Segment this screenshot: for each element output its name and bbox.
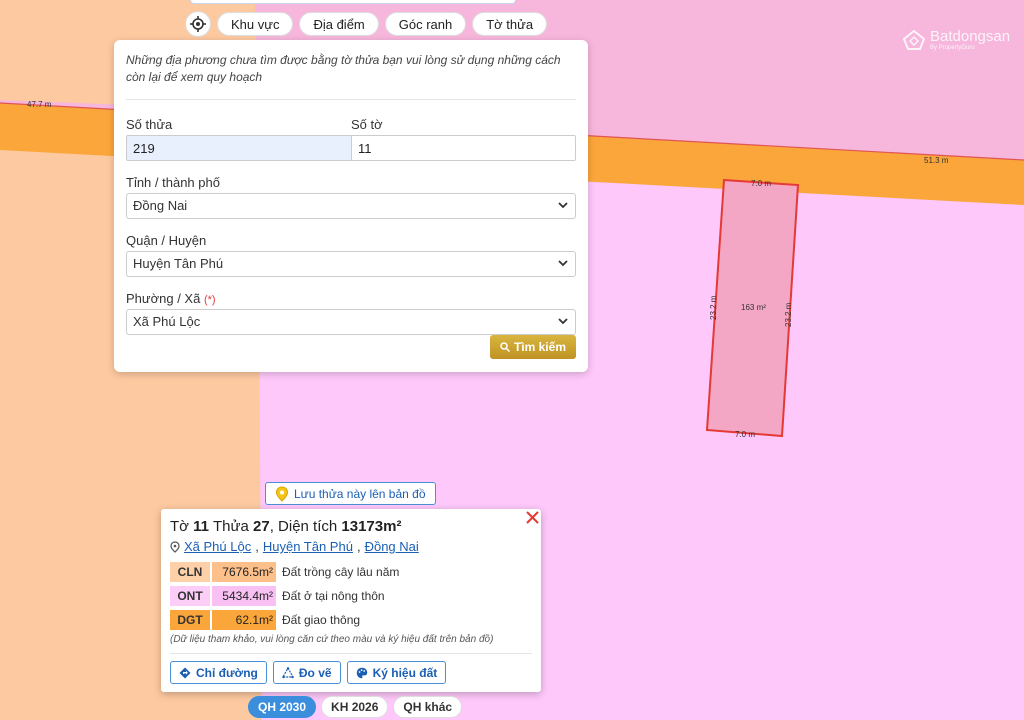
parcel-number-input[interactable] [126, 135, 351, 161]
search-button-label: Tìm kiếm [513, 340, 566, 354]
plot-area-label: 163 m² [741, 303, 766, 312]
district-select[interactable]: Huyện Tân Phú [126, 251, 576, 277]
map-pin-icon [275, 485, 289, 502]
palette-icon [356, 667, 367, 678]
tab-qh-2030[interactable]: QH 2030 [248, 696, 317, 718]
land-area: 62.1m² [212, 610, 276, 630]
title-sheet-word: Tờ [170, 518, 189, 535]
top-panel-edge [190, 0, 516, 4]
save-parcel-label: Lưu thửa này lên bản đồ [294, 486, 426, 501]
land-desc: Đất giao thông [282, 613, 361, 627]
panel-note: Những địa phương chưa tìm được bằng tờ t… [126, 52, 576, 100]
road-label-right: 51.3 m [924, 156, 949, 165]
address-ward-link[interactable]: Xã Phú Lộc [184, 539, 251, 554]
directions-button[interactable]: Chỉ đường [170, 661, 267, 684]
title-parcel-word: Thửa [212, 518, 249, 535]
sheet-number-input[interactable] [351, 135, 576, 161]
measure-button[interactable]: Đo vẽ [272, 661, 341, 684]
address-district-link[interactable]: Huyện Tân Phú [263, 539, 353, 554]
location-icon [170, 540, 180, 553]
province-label: Tỉnh / thành phố [126, 175, 220, 190]
chevron-down-icon [558, 202, 568, 209]
land-use-row-ont: ONT 5434.4m² Đất ở tại nông thôn [170, 586, 532, 606]
plan-year-tabs: QH 2030 KH 2026 QH khác [248, 696, 463, 718]
ward-label: Phường / Xã (*) [126, 291, 576, 306]
tab-kh-2026[interactable]: KH 2026 [321, 696, 389, 718]
land-symbol-label: Ký hiệu đất [372, 665, 438, 680]
district-value: Huyện Tân Phú [133, 256, 224, 271]
land-area: 5434.4m² [212, 586, 276, 606]
land-use-row-dgt: DGT 62.1m² Đất giao thông [170, 610, 532, 630]
search-icon [500, 342, 510, 352]
land-desc: Đất trồng cây lâu năm [282, 565, 400, 579]
land-desc: Đất ở tại nông thôn [282, 589, 385, 603]
crosshair-icon [190, 16, 206, 32]
sheet-number-label: Số tờ [351, 117, 383, 132]
directions-label: Chỉ đường [196, 665, 258, 680]
province-value: Đồng Nai [133, 198, 188, 213]
measure-label: Đo vẽ [298, 665, 332, 680]
logo-icon [902, 29, 926, 50]
parcel-address: Xã Phú Lộc, Huyện Tân Phú, Đồng Nai [170, 539, 532, 554]
logo-subtext: By PropertyGuru [930, 45, 975, 51]
ward-value: Xã Phú Lộc [133, 314, 201, 329]
tab-goc-ranh[interactable]: Góc ranh [384, 12, 467, 36]
ward-label-text: Phường / Xã [126, 291, 201, 306]
batdongsan-logo: Batdongsan By PropertyGuru [902, 28, 1010, 51]
required-mark: (*) [203, 294, 216, 306]
measure-icon [281, 666, 294, 678]
land-use-list: CLN 7676.5m² Đất trồng cây lâu năm ONT 5… [170, 562, 532, 630]
parcel-number-label: Số thửa [126, 117, 173, 132]
tab-khu-vuc[interactable]: Khu vực [217, 12, 294, 36]
search-mode-tabs: Khu vực Địa điểm Góc ranh Tờ thửa [185, 11, 548, 37]
land-use-row-cln: CLN 7676.5m² Đất trồng cây lâu năm [170, 562, 532, 582]
tab-to-thua[interactable]: Tờ thửa [472, 12, 548, 36]
parcel-info-card: Tờ 11 Thửa 27, Diện tích 13173m² Xã Phú … [161, 509, 541, 692]
card-actions: Chỉ đường Đo vẽ Ký hiệu đất [170, 661, 532, 684]
title-area-word: , Diện tích [269, 518, 338, 535]
save-parcel-button[interactable]: Lưu thửa này lên bản đồ [265, 482, 436, 505]
road-label-left: 47.7 m [27, 100, 52, 109]
close-icon[interactable] [524, 509, 541, 526]
plot-top-length: 7.0 m [751, 179, 771, 188]
tab-dia-diem[interactable]: Địa điểm [299, 12, 379, 36]
parcel-search-panel: Những địa phương chưa tìm được bằng tờ t… [114, 40, 588, 372]
chevron-down-icon [558, 260, 568, 267]
title-area-value: 13173m² [341, 518, 402, 535]
plot-left-length: 23.2 m [709, 295, 718, 320]
land-code: DGT [170, 610, 210, 630]
parcel-sheet-row: Số thửa Số tờ [126, 117, 576, 161]
directions-icon [179, 667, 191, 678]
address-province-link[interactable]: Đồng Nai [365, 539, 419, 554]
land-code: ONT [170, 586, 210, 606]
plot-right-length: 23.2 m [784, 302, 793, 327]
land-code: CLN [170, 562, 210, 582]
province-select[interactable]: Đồng Nai [126, 193, 576, 219]
title-parcel-number: 27 [253, 518, 270, 535]
title-sheet-number: 11 [193, 518, 210, 535]
land-symbol-button[interactable]: Ký hiệu đất [346, 661, 447, 684]
district-label: Quận / Huyện [126, 233, 207, 248]
tab-qh-khac[interactable]: QH khác [393, 696, 463, 718]
logo-text: Batdongsan [930, 28, 1011, 45]
parcel-title: Tờ 11 Thửa 27, Diện tích 13173m² [170, 518, 532, 535]
plot-bottom-length: 7.0 m [735, 430, 755, 439]
search-button[interactable]: Tìm kiếm [489, 335, 576, 359]
data-disclaimer: (Dữ liệu tham khảo, vui lòng căn cứ theo… [170, 634, 532, 654]
chevron-down-icon [558, 318, 568, 325]
ward-select[interactable]: Xã Phú Lộc [126, 309, 576, 335]
land-area: 7676.5m² [212, 562, 276, 582]
locate-button[interactable] [185, 11, 211, 37]
